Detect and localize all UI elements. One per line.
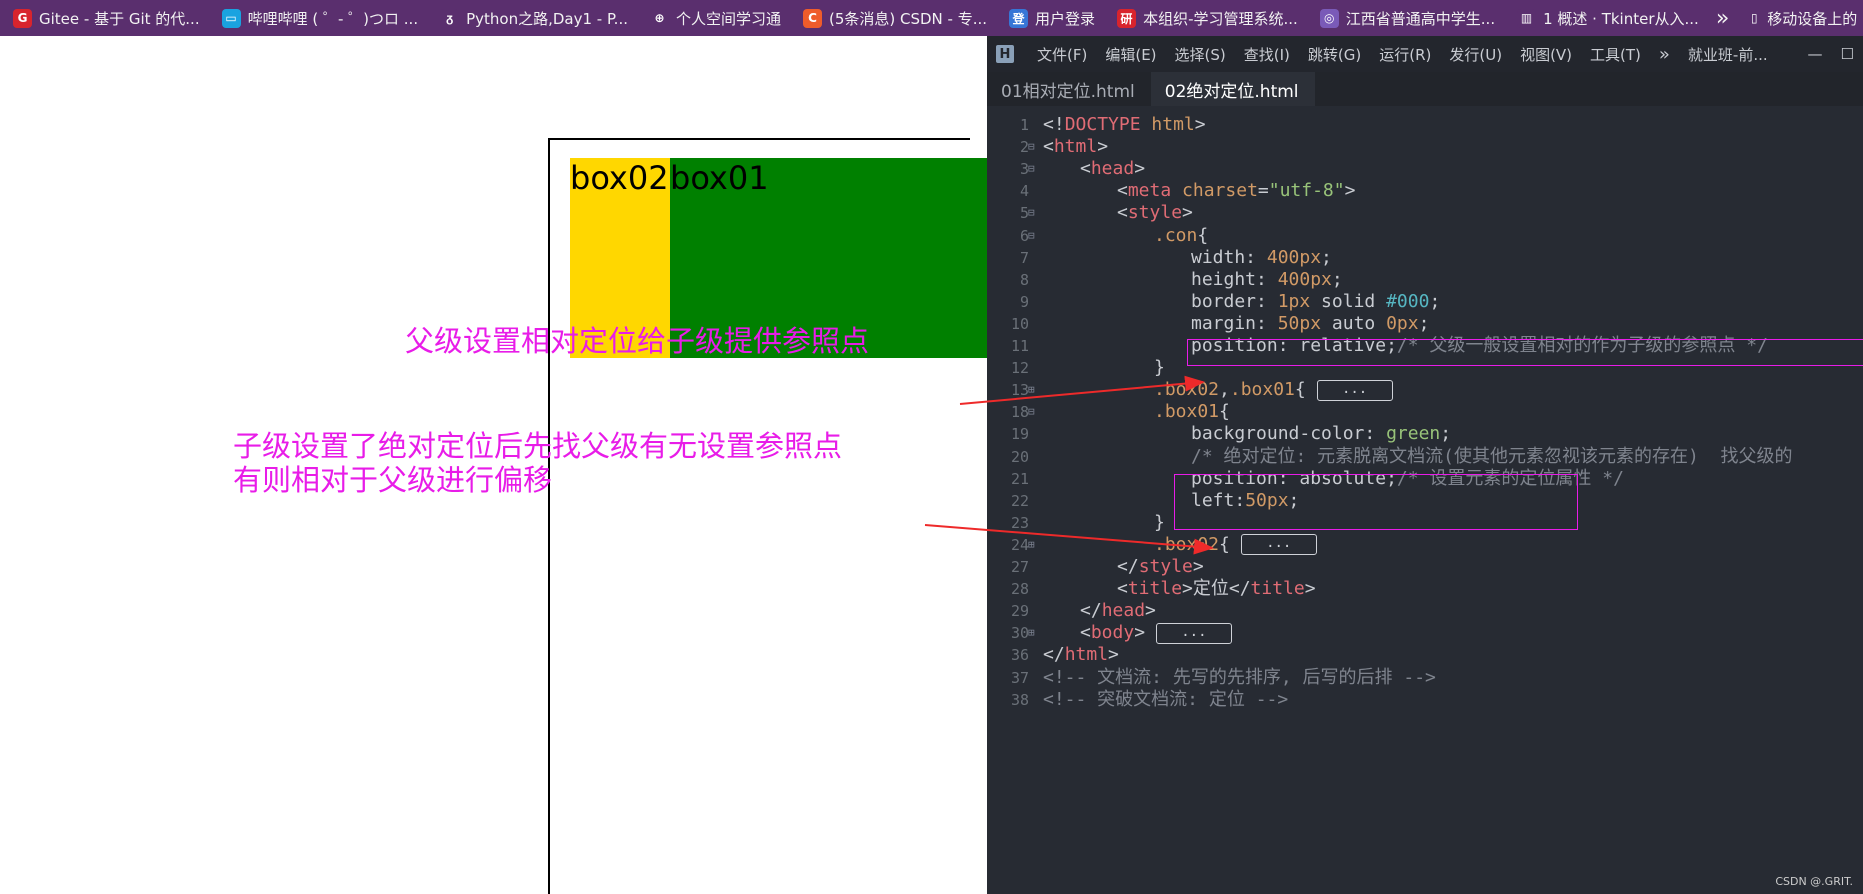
- menu-item[interactable]: 查找(I): [1235, 44, 1299, 65]
- menu-item[interactable]: 跳转(G): [1299, 44, 1370, 65]
- annotation-relative: 父级设置相对定位给子级提供参照点: [405, 324, 870, 358]
- tab-bar: 01相对定位.html 02绝对定位.html: [987, 72, 1863, 106]
- mobile-bookmarks-label: 移动设备上的: [1767, 9, 1858, 28]
- bookmark-item[interactable]: C (5条消息) CSDN - 专...: [790, 0, 996, 36]
- annotation-absolute-line2: 有则相对于父级进行偏移: [233, 463, 553, 497]
- gitee-icon: G: [13, 8, 32, 28]
- bookmark-label: (5条消息) CSDN - 专...: [829, 9, 988, 28]
- bookmarks-bar: G Gitee - 基于 Git 的代... ▭ 哔哩哔哩 ( ゜- ゜)つロ ...…: [0, 0, 1863, 36]
- bookmark-label: Python之路,Day1 - P...: [466, 9, 628, 28]
- code-area[interactable]: 1 <!DOCTYPE html> 2 ⊟ <html> 3 ⊟ <head> 4 <meta c…: [987, 108, 1863, 894]
- code-editor: H 文件(F) 编辑(E) 选择(S) 查找(I) 跳转(G) 运行(R) 发行(U) 视图(V…: [987, 36, 1863, 894]
- highlight-box: [1174, 474, 1578, 530]
- org-icon: 研: [1117, 8, 1137, 28]
- rendered-page: box02 box01 父级设置相对定位给子级提供参照点 子级设置了绝对定位后先…: [0, 36, 987, 894]
- annotation-absolute-line1: 子级设置了绝对定位后先找父级有无设置参照点: [233, 429, 843, 463]
- bookmark-item[interactable]: ᵹ Python之路,Day1 - P...: [427, 0, 637, 36]
- collapsed-block[interactable]: ...: [1316, 379, 1393, 401]
- collapsed-block[interactable]: ...: [1240, 534, 1317, 556]
- menu-item[interactable]: 文件(F): [1028, 44, 1096, 65]
- menu-overflow-button[interactable]: »: [1650, 44, 1679, 65]
- menu-item[interactable]: 编辑(E): [1096, 44, 1165, 65]
- school-icon: ◎: [1319, 8, 1339, 28]
- bookmark-item[interactable]: 登用户登录: [996, 0, 1104, 36]
- phone-icon: ▯: [1750, 11, 1758, 25]
- tab-file[interactable]: 02绝对定位.html: [1150, 72, 1315, 106]
- bookmark-label: 哔哩哔哩 ( ゜- ゜)つロ ...: [247, 9, 419, 28]
- bookmark-label: Gitee - 基于 Git 的代...: [39, 9, 200, 28]
- csdn-icon: C: [803, 8, 822, 28]
- bookmark-label: 本组织-学习管理系统...: [1143, 9, 1298, 28]
- menu-item[interactable]: 视图(V): [1511, 44, 1581, 65]
- maximize-icon[interactable]: ☐: [1832, 45, 1863, 63]
- bookmark-item[interactable]: ▭ 哔哩哔哩 ( ゜- ゜)つロ ...: [209, 0, 428, 36]
- project-name[interactable]: 就业班-前...: [1679, 44, 1777, 65]
- globe-icon: ⊕: [649, 8, 669, 28]
- menu-item[interactable]: 工具(T): [1581, 44, 1650, 65]
- minimize-icon[interactable]: —: [1799, 45, 1832, 63]
- bookmark-label: 江西省普通高中学生...: [1345, 9, 1496, 28]
- bookmark-label: 个人空间学习通: [675, 9, 781, 28]
- mobile-bookmarks[interactable]: ▯ 移动设备上的: [1735, 0, 1863, 36]
- menu-item[interactable]: 发行(U): [1440, 44, 1511, 65]
- bilibili-icon: ▭: [221, 8, 241, 28]
- tab-file[interactable]: 01相对定位.html: [987, 72, 1151, 106]
- highlight-box: [1187, 339, 1863, 366]
- bookmark-item[interactable]: ⊕ 个人空间学习通: [637, 0, 790, 36]
- bookmark-item[interactable]: ▥ 1 概述 · Tkinter从入...: [1504, 0, 1708, 36]
- code-line[interactable]: 38 <!-- 突破文档流: 定位 -->: [987, 687, 1863, 713]
- menu-item[interactable]: 运行(R): [1370, 44, 1440, 65]
- menu-item[interactable]: 选择(S): [1166, 44, 1235, 65]
- menu-bar: H 文件(F) 编辑(E) 选择(S) 查找(I) 跳转(G) 运行(R) 发行(U) 视图(V…: [987, 36, 1863, 72]
- watermark: CSDN @.GRIT.: [1775, 875, 1853, 888]
- bookmark-label: 1 概述 · Tkinter从入...: [1543, 9, 1699, 28]
- bookmark-label: 用户登录: [1035, 9, 1096, 28]
- code-text: <!-- 突破文档流: 定位 -->: [1043, 688, 1289, 710]
- book-icon: ▥: [1517, 8, 1537, 28]
- bookmark-item[interactable]: ◎ 江西省普通高中学生...: [1307, 0, 1504, 36]
- bookmark-item[interactable]: 研本组织-学习管理系统...: [1104, 0, 1307, 36]
- python-icon: ᵹ: [440, 8, 460, 28]
- collapsed-block[interactable]: ...: [1155, 622, 1232, 644]
- bookmarks-overflow-button[interactable]: »: [1708, 6, 1735, 31]
- login-icon: 登: [1009, 8, 1029, 28]
- bookmark-item[interactable]: G Gitee - 基于 Git 的代...: [0, 0, 209, 36]
- line-number: 38: [1010, 690, 1029, 709]
- hbuilder-logo-icon: H: [996, 45, 1014, 63]
